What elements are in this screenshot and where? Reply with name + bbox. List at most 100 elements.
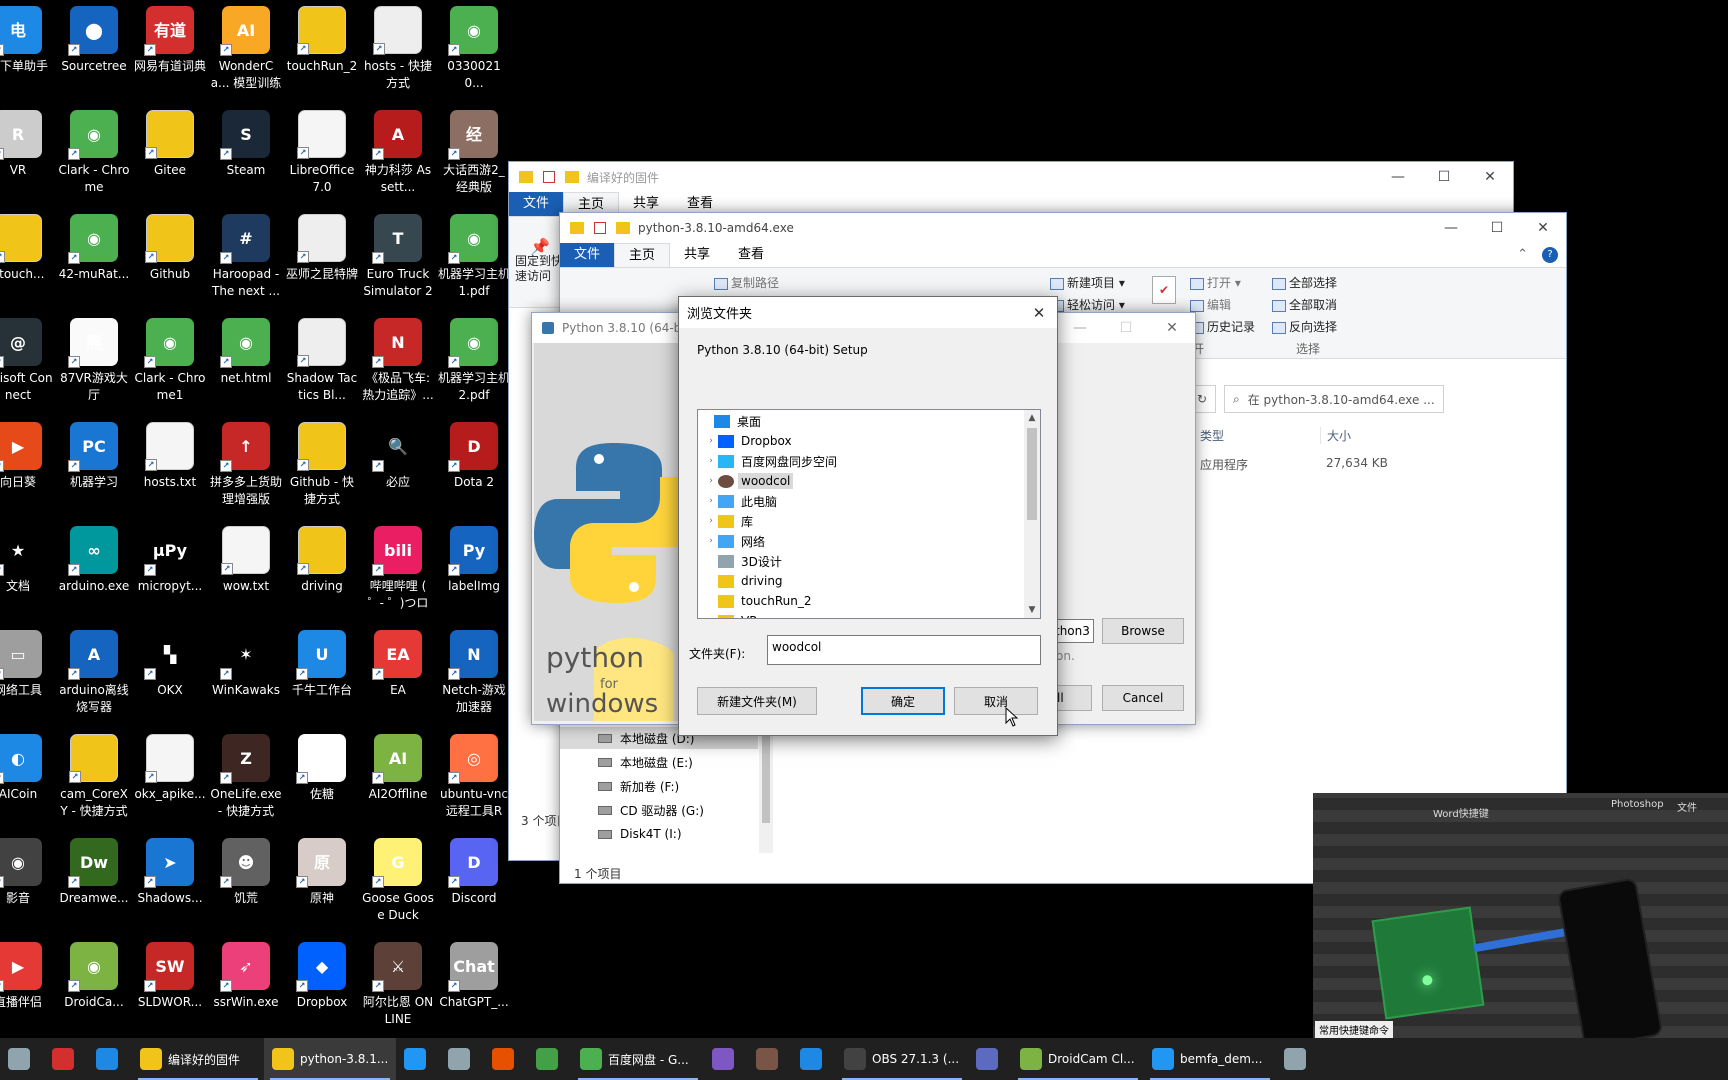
scroll-thumb[interactable]: [1027, 428, 1037, 520]
tab-home[interactable]: 主页: [614, 243, 671, 267]
tab-file[interactable]: 文件: [560, 243, 615, 267]
desktop-icon[interactable]: N ↗ Netch-游戏加速器: [436, 624, 512, 728]
desktop-icon[interactable]: ◉ ↗ 03300210...: [436, 0, 512, 104]
desktop-icon[interactable]: Z ↗ OneLife.exe - 快捷方式: [208, 728, 284, 832]
new-item-button[interactable]: 新建项目 ▾: [1050, 274, 1125, 291]
chevron-right-icon[interactable]: ›: [704, 476, 718, 486]
close-icon[interactable]: ✕: [1149, 313, 1195, 343]
taskbar-button[interactable]: [0, 1038, 44, 1080]
desktop-icon[interactable]: ⬤ ↗ Sourcetree: [56, 0, 132, 104]
desktop-icon[interactable]: ➶ ↗ ssrWin.exe: [208, 936, 284, 1038]
tree-item[interactable]: VR: [698, 612, 761, 618]
desktop-icon[interactable]: AI ↗ WonderCa... 模型训练工...: [208, 0, 284, 104]
folder-field[interactable]: woodcol: [767, 635, 1041, 665]
desktop-icon[interactable]: S ↗ Steam: [208, 104, 284, 208]
chevron-right-icon[interactable]: ›: [704, 436, 718, 446]
tree-item[interactable]: › woodcol: [698, 472, 794, 490]
tree-item[interactable]: › Dropbox: [698, 432, 795, 450]
desktop-icon[interactable]: ↗ okx_apike...: [132, 728, 208, 832]
taskbar-button[interactable]: [484, 1038, 528, 1080]
desktop-icon[interactable]: ↑ ↗ 拼多多上货助理增强版: [208, 416, 284, 520]
desktop-icon[interactable]: ☻ ↗ 饥荒: [208, 832, 284, 936]
tree-item[interactable]: 3D设计: [698, 552, 785, 570]
desktop-icon[interactable]: ◉ ↗ 机器学习主机 1.pdf: [436, 208, 512, 312]
desktop-icon[interactable]: U ↗ 千牛工作台: [284, 624, 360, 728]
install-button[interactable]: ll: [1052, 685, 1092, 711]
folder-tree[interactable]: 桌面 › Dropbox › 百度网盘同步空间 › woodcol › 此电脑 › 库 › 网络 3D设计…: [697, 409, 1041, 619]
desktop-icon[interactable]: ◉ ↗ DroidCa...: [56, 936, 132, 1038]
cancel-install-button[interactable]: Cancel: [1102, 685, 1184, 711]
desktop-icon[interactable]: ↗ touchRun_2: [284, 0, 360, 104]
desktop-icon[interactable]: G ↗ Goose Goose Duck: [360, 832, 436, 936]
desktop-icon[interactable]: ★↗文档: [0, 520, 56, 624]
desktop-icon[interactable]: EA ↗ EA: [360, 624, 436, 728]
desktop-icon[interactable]: ↗ Github: [132, 208, 208, 312]
desktop-icon[interactable]: ↗ driving: [284, 520, 360, 624]
tree-item[interactable]: 桌面: [698, 412, 764, 430]
desktop-icon[interactable]: T ↗ Euro Truck Simulator 2: [360, 208, 436, 312]
minimize-icon[interactable]: —: [1057, 313, 1103, 343]
taskbar-button[interactable]: 编译好的固件: [132, 1038, 264, 1080]
desktop-icon[interactable]: SW ↗ SLDWOR...: [132, 936, 208, 1038]
taskbar-button[interactable]: [704, 1038, 748, 1080]
properties-icon[interactable]: ✔: [1152, 276, 1176, 304]
nav-drive-item[interactable]: Disk4T (I:): [560, 823, 758, 845]
desktop-icon[interactable]: 🔍 ↗ 必应: [360, 416, 436, 520]
new-folder-button[interactable]: 新建文件夹(M): [697, 687, 817, 715]
nav-drive-item[interactable]: 本地磁盘 (E:): [560, 751, 758, 773]
desktop-icon[interactable]: 电↗千下单助手: [0, 0, 56, 104]
desktop-icon[interactable]: ◐↗AICoin: [0, 728, 56, 832]
title-bar[interactable]: python-3.8.10-amd64.exe: [560, 213, 1566, 243]
desktop-icon[interactable]: ➤ ↗ Shadows...: [132, 832, 208, 936]
desktop-icon[interactable]: μPy ↗ micropyt...: [132, 520, 208, 624]
desktop-icon[interactable]: ◉ ↗ Clark - Chrome: [56, 104, 132, 208]
minimize-icon[interactable]: —: [1428, 213, 1474, 243]
desktop-icon[interactable]: Py ↗ labelImg: [436, 520, 512, 624]
tree-item[interactable]: › 百度网盘同步空间: [698, 452, 840, 470]
taskbar-button[interactable]: [440, 1038, 484, 1080]
chevron-right-icon[interactable]: ›: [704, 456, 718, 466]
tree-item[interactable]: driving: [698, 572, 786, 590]
desktop-icon[interactable]: 有道 ↗ 网易有道词典: [132, 0, 208, 104]
browse-button[interactable]: Browse: [1102, 618, 1184, 644]
desktop-icon[interactable]: bili↗哔哩哔哩 ( ゜- ゜)つロ ...: [360, 520, 436, 624]
tree-item[interactable]: › 库: [698, 512, 756, 530]
desktop-icon[interactable]: Dw ↗ Dreamwe...: [56, 832, 132, 936]
taskbar-button[interactable]: [748, 1038, 792, 1080]
desktop-icon[interactable]: ↗ wow.txt: [208, 520, 284, 624]
desktop-icon[interactable]: AI ↗ AI2Offline: [360, 728, 436, 832]
chevron-right-icon[interactable]: ›: [704, 516, 718, 526]
minimize-icon[interactable]: —: [1375, 162, 1421, 192]
desktop-icon[interactable]: ✎ ↗ 佐糖: [284, 728, 360, 832]
dialog-title-bar[interactable]: 浏览文件夹 ✕: [679, 297, 1057, 328]
desktop-icon[interactable]: N ↗ 《极品飞车:热力追踪》...: [360, 312, 436, 416]
desktop-icon[interactable]: ↗ Github - 快捷方式: [284, 416, 360, 520]
column-header-type[interactable]: 类型: [1200, 427, 1224, 444]
desktop-icon[interactable]: 原 ↗ 原神: [284, 832, 360, 936]
checkbox-icon[interactable]: [543, 171, 555, 183]
desktop-icon[interactable]: ∞ ↗ arduino.exe: [56, 520, 132, 624]
select-all-button[interactable]: 全部选择: [1272, 274, 1337, 291]
desktop-icon[interactable]: D ↗ Discord: [436, 832, 512, 936]
taskbar-button[interactable]: 百度网盘 - G...: [572, 1038, 704, 1080]
ok-button[interactable]: 确定: [861, 687, 945, 715]
chevron-right-icon[interactable]: ›: [704, 496, 718, 506]
browse-folder-dialog[interactable]: 浏览文件夹 ✕ Python 3.8.10 (64-bit) Setup 桌面 ›…: [678, 296, 1058, 736]
cancel-button[interactable]: 取消: [954, 687, 1038, 715]
invert-selection-button[interactable]: 反向选择: [1272, 318, 1337, 335]
taskbar-button[interactable]: bemfa_dem...: [1144, 1038, 1276, 1080]
tree-item[interactable]: touchRun_2: [698, 592, 815, 610]
scroll-up-icon[interactable]: ▲: [1024, 410, 1040, 426]
close-icon[interactable]: ✕: [1467, 162, 1513, 192]
taskbar-button[interactable]: python-3.8.1...: [264, 1038, 396, 1080]
checkbox-icon[interactable]: [594, 222, 606, 234]
tab-file[interactable]: 文件: [509, 192, 564, 216]
desktop-icon[interactable]: A ↗ 神力科莎 Assett...: [360, 104, 436, 208]
help-icon[interactable]: ?: [1542, 247, 1558, 263]
desktop-icon[interactable]: ◉ ↗ 机器学习主机 2.pdf: [436, 312, 512, 416]
search-box[interactable]: ⌕ 在 python-3.8.10-amd64.exe ...: [1224, 385, 1444, 413]
desktop-icon[interactable]: ◎↗ubuntu-vnc 远程工具Re...: [436, 728, 512, 832]
open-button[interactable]: 打开 ▾: [1190, 274, 1241, 291]
scroll-down-icon[interactable]: ▼: [1024, 602, 1040, 618]
taskbar-button[interactable]: DroidCam Cl...: [1012, 1038, 1144, 1080]
